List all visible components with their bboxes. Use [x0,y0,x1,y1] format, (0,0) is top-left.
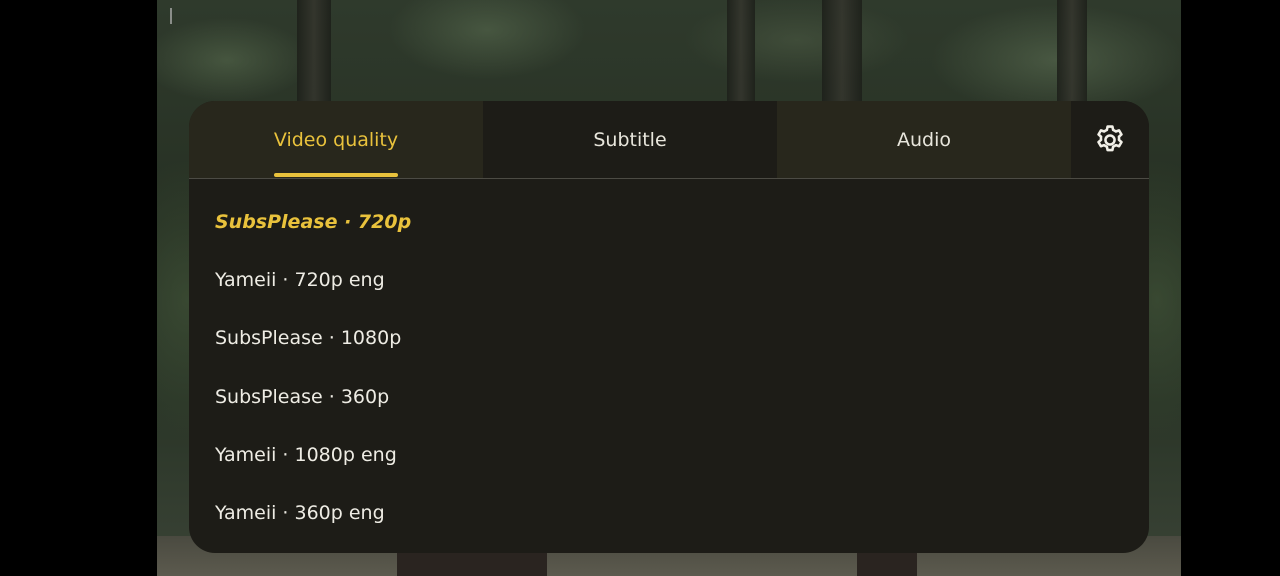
quality-option[interactable]: Yameii · 720p eng [189,251,1149,309]
quality-option[interactable]: SubsPlease · 360p [189,368,1149,426]
tree-trunk [822,0,862,110]
track-selection-panel: Video quality Subtitle Audio SubsPlease … [189,101,1149,553]
tab-bar: Video quality Subtitle Audio [189,101,1149,179]
settings-button[interactable] [1071,101,1149,178]
tab-label: Subtitle [593,128,667,151]
quality-option[interactable]: Yameii · 360p eng [189,484,1149,542]
tab-audio[interactable]: Audio [777,101,1071,178]
quality-option[interactable]: Yameii · 1080p eng [189,426,1149,484]
tab-video-quality[interactable]: Video quality [189,101,483,178]
quality-option[interactable]: SubsPlease · 1080p [189,309,1149,367]
tree-trunk [297,0,331,110]
gear-icon [1097,124,1123,151]
tab-label: Video quality [273,128,399,151]
tree-trunk [1057,0,1087,110]
tab-subtitle[interactable]: Subtitle [483,101,777,178]
tab-label: Audio [896,128,951,151]
tree-trunk [727,0,755,110]
quality-option[interactable]: SubsPlease · 720p [189,193,1149,251]
active-tab-indicator [274,173,398,177]
quality-option-list: SubsPlease · 720p Yameii · 720p eng Subs… [189,179,1149,542]
status-indicator [170,8,172,24]
player-screen: Video quality Subtitle Audio SubsPlease … [0,0,1280,576]
